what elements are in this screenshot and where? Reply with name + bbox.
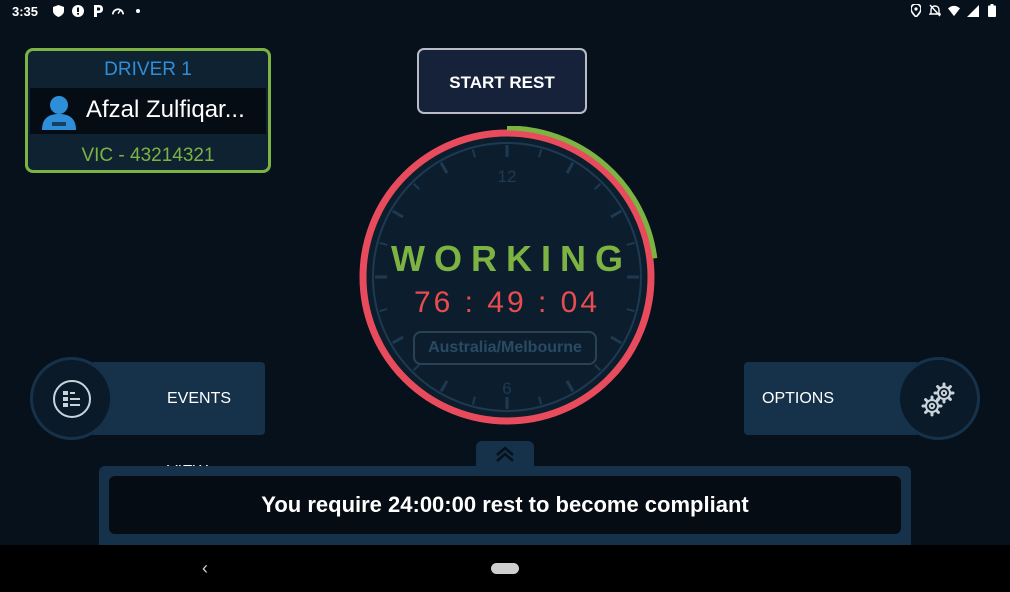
options-panel[interactable]: OPTIONS [744,362,920,435]
events-view-button[interactable]: EVENTS VIEW [30,357,265,480]
status-bar: 3:35 [0,0,1010,24]
back-icon[interactable]: ‹ [196,558,214,578]
status-right-icons [910,4,998,17]
status-left-icons [52,4,144,17]
speedometer-icon [112,4,124,17]
status-clock: 12 6 WORKING 76 : 49 : 04 Australia/Melb… [356,126,658,428]
expand-panel-tab[interactable] [476,441,534,467]
status-time: 3:35 [12,4,39,19]
duty-timer: 76 : 49 : 04 [413,286,601,319]
shield-icon [52,4,64,17]
compliance-message: You require 24:00:00 rest to become comp… [109,476,901,534]
battery-icon [986,4,998,17]
driver-avatar-icon [40,94,78,130]
driver-title: DRIVER 1 [104,59,192,80]
options-circle[interactable] [897,357,980,440]
options-label: OPTIONS [762,390,835,407]
dot-icon [132,4,144,17]
gears-icon [921,382,954,416]
driver-registration: VIC - 43214321 [81,145,215,166]
duty-status: WORKING [391,238,632,279]
chevron-up-double-icon [496,446,514,462]
start-rest-button[interactable]: START REST [417,48,587,114]
signal-icon [967,4,979,17]
driver-card[interactable]: DRIVER 1 Afzal Zulfiqar... VIC - 4321432… [25,48,271,173]
driver-name-row: Afzal Zulfiqar... [30,88,266,134]
clock-label-12: 12 [498,167,517,186]
parking-icon [92,4,104,17]
navigation-bar: ‹ [0,545,1010,592]
notifications-off-icon [929,4,941,17]
events-list-icon [52,379,91,418]
alert-icon [72,4,84,17]
events-view-circle[interactable] [30,357,113,440]
location-icon [910,4,922,17]
timezone-badge[interactable]: Australia/Melbourne [413,331,597,365]
options-button[interactable]: OPTIONS [744,357,980,440]
home-pill-icon[interactable] [491,563,519,574]
driver-name: Afzal Zulfiqar... [86,96,245,123]
compliance-panel: You require 24:00:00 rest to become comp… [99,466,911,546]
wifi-icon [948,4,960,17]
events-view-panel[interactable]: EVENTS VIEW [90,362,265,480]
clock-label-6: 6 [502,379,511,398]
